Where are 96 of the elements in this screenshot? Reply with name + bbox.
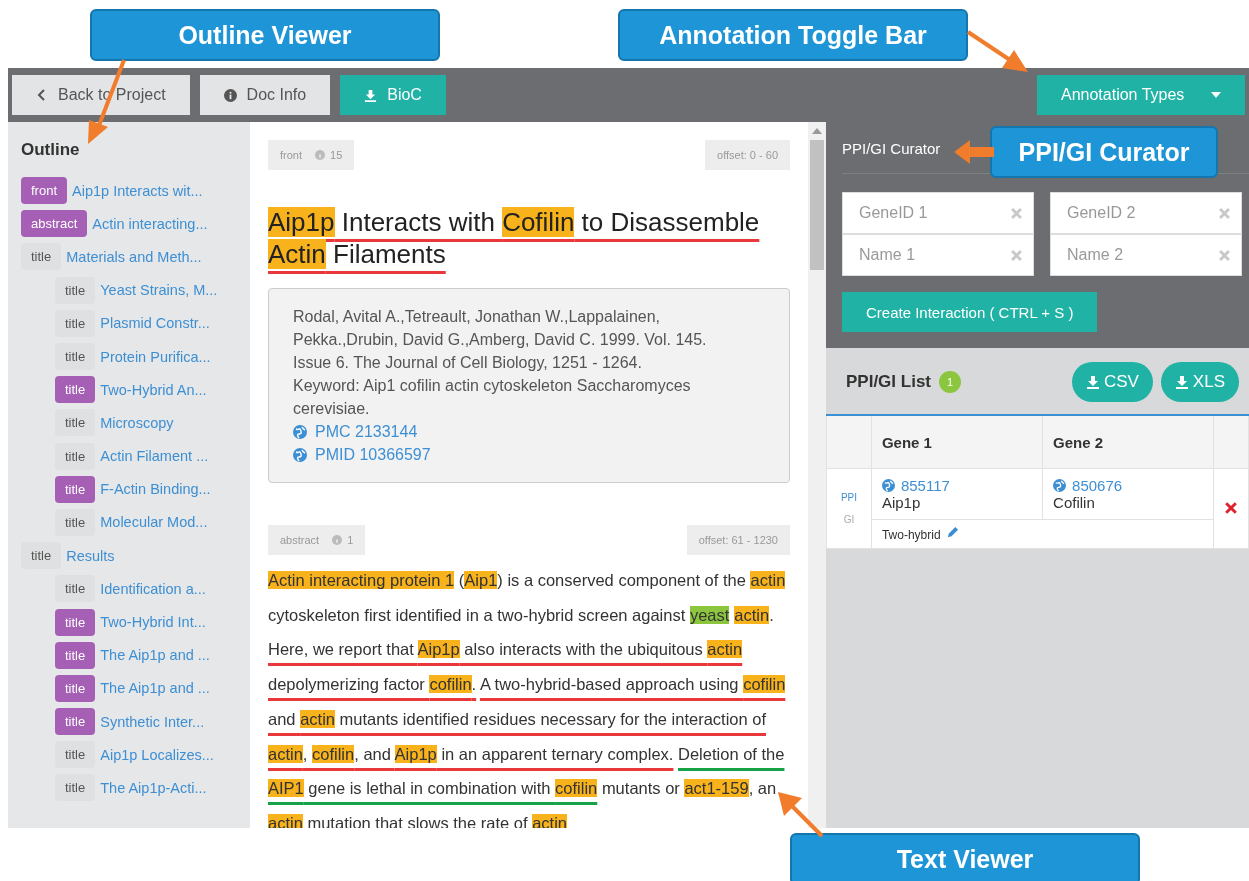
globe-icon xyxy=(293,424,307,439)
outline-link[interactable]: Synthetic Inter... xyxy=(100,713,205,730)
outline-link[interactable]: Plasmid Constr... xyxy=(100,315,210,332)
outline-link[interactable]: Aip1p Localizes... xyxy=(100,746,214,763)
section-tag: title xyxy=(55,674,96,702)
annotation-types-dropdown[interactable]: Annotation Types xyxy=(1037,75,1245,115)
gene-id-link[interactable]: 850676 xyxy=(1072,477,1123,494)
count-badge: 1 xyxy=(939,371,962,393)
input-field[interactable]: Name 1 xyxy=(842,234,1034,276)
pubmed-link[interactable]: PMC 2133144 xyxy=(315,420,418,443)
outline-link[interactable]: The Aip1p and ... xyxy=(100,680,210,697)
outline-link[interactable]: Microscopy xyxy=(100,414,174,431)
outline-link[interactable]: Molecular Mod... xyxy=(100,514,208,531)
callout-label: Outline Viewer xyxy=(90,9,440,61)
outline-link[interactable]: The Aip1p and ... xyxy=(100,647,210,664)
offset-chip: offset: 0 - 60 xyxy=(705,140,790,170)
section-tag: title xyxy=(21,542,62,570)
info-icon xyxy=(315,150,325,160)
globe-icon xyxy=(1053,479,1067,492)
citation-text: Rodal, Avital A.,Tetreault, Jonathan W.,Lappalainen, Pekka.,Drubin, David G.,Amberg, David C. 1999. Vol. 145. Issue 6. The Journal of Cell Biology, 1251 - 1264. xyxy=(293,307,708,373)
outline-link[interactable]: Actin interacting... xyxy=(92,215,208,232)
input-field[interactable]: Name 2 xyxy=(1050,234,1242,276)
section-tag: title xyxy=(55,442,96,470)
section-tag: title xyxy=(55,475,96,503)
section-chip: front 15 xyxy=(268,140,355,170)
callout-arrow xyxy=(776,790,826,840)
callout-label: PPI/GI Curator xyxy=(990,126,1218,178)
clear-icon[interactable] xyxy=(1011,250,1022,261)
export-button[interactable]: CSV xyxy=(1071,362,1153,402)
clear-icon[interactable] xyxy=(1011,208,1022,219)
interaction-type-option[interactable]: PPI xyxy=(828,486,870,509)
outline-link[interactable]: Protein Purifica... xyxy=(100,348,211,365)
scrollbar[interactable] xyxy=(808,122,826,828)
scroll-up-icon[interactable] xyxy=(812,128,822,134)
section-tag: title xyxy=(21,243,62,271)
section-tag: title xyxy=(55,774,96,802)
download-icon xyxy=(364,88,378,102)
section-tag: title xyxy=(55,575,96,603)
section-tag: title xyxy=(55,309,96,337)
section-tag: title xyxy=(55,376,96,404)
toolbar-button[interactable]: BioC xyxy=(340,75,446,115)
input-field[interactable]: GeneID 2 xyxy=(1050,192,1242,234)
interaction-type-option[interactable]: GI xyxy=(828,508,870,531)
input-field[interactable]: GeneID 1 xyxy=(842,192,1034,234)
outline-link[interactable]: Two-Hybrid An... xyxy=(100,381,207,398)
section-tag: title xyxy=(55,708,96,736)
list-title: PPI/GI List xyxy=(846,372,932,392)
keywords-text: Keyword: Aip1 cofilin actin cytoskeleton Saccharomyces cerevisiae. xyxy=(293,376,692,419)
outline-title: Outline xyxy=(21,140,81,160)
outline-link[interactable]: Materials and Meth... xyxy=(66,248,202,265)
section-tag: front xyxy=(21,177,67,205)
pencil-icon[interactable] xyxy=(945,526,959,539)
section-tag: abstract xyxy=(21,210,88,238)
offset-chip: offset: 61 - 1230 xyxy=(686,525,790,555)
gene-name: Cofilin xyxy=(1053,494,1096,511)
document-title: Aip1p Interacts with Cofilin to Disassemble Actin Filaments xyxy=(268,206,761,270)
info-icon xyxy=(223,88,237,102)
outline-link[interactable]: Two-Hybrid Int... xyxy=(100,614,206,631)
scrollbar-thumb[interactable] xyxy=(810,140,824,270)
section-tag: title xyxy=(55,608,96,636)
callout-label: Annotation Toggle Bar xyxy=(618,9,968,61)
create-interaction-button[interactable]: Create Interaction ( CTRL + S ) xyxy=(842,292,1098,332)
section-tag: title xyxy=(55,343,96,371)
section-tag: title xyxy=(55,276,96,304)
export-button[interactable]: XLS xyxy=(1160,362,1239,402)
outline-link[interactable]: Yeast Strains, M... xyxy=(100,282,218,299)
clear-icon[interactable] xyxy=(1219,250,1230,261)
info-icon xyxy=(332,535,343,545)
outline-link[interactable]: The Aip1p-Acti... xyxy=(100,779,207,796)
gene-id-link[interactable]: 855117 xyxy=(900,477,950,494)
delete-icon[interactable] xyxy=(1225,501,1238,514)
clear-icon[interactable] xyxy=(1219,208,1230,219)
pubmed-link[interactable]: PMID 10366597 xyxy=(315,443,431,466)
caret-icon xyxy=(1211,92,1221,98)
outline-link[interactable]: F-Actin Binding... xyxy=(100,481,211,498)
section-tag: title xyxy=(55,409,96,437)
method-text: Two-hybrid xyxy=(881,528,941,542)
outline-link[interactable]: Identification a... xyxy=(100,580,206,597)
outline-link[interactable]: Results xyxy=(66,547,115,564)
outline-link[interactable]: Aip1p Interacts wit... xyxy=(72,182,203,199)
section-tag: title xyxy=(55,641,96,669)
section-tag: title xyxy=(55,508,96,536)
download-icon xyxy=(1085,375,1100,389)
callout-arrow xyxy=(954,138,994,166)
chevron-left-icon xyxy=(36,89,48,101)
gene-name: Aip1p xyxy=(881,494,922,511)
column-header: Gene 2 xyxy=(1042,415,1214,469)
download-icon xyxy=(1174,375,1189,389)
section-tag: title xyxy=(55,741,96,769)
callout-label: Text Viewer xyxy=(790,833,1140,881)
globe-icon xyxy=(881,479,895,492)
toolbar-button[interactable]: Doc Info xyxy=(199,75,331,115)
globe-icon xyxy=(293,447,307,462)
outline-link[interactable]: Actin Filament ... xyxy=(100,448,209,465)
column-header: Gene 1 xyxy=(871,415,1043,469)
section-chip: abstract 1 xyxy=(268,525,366,555)
